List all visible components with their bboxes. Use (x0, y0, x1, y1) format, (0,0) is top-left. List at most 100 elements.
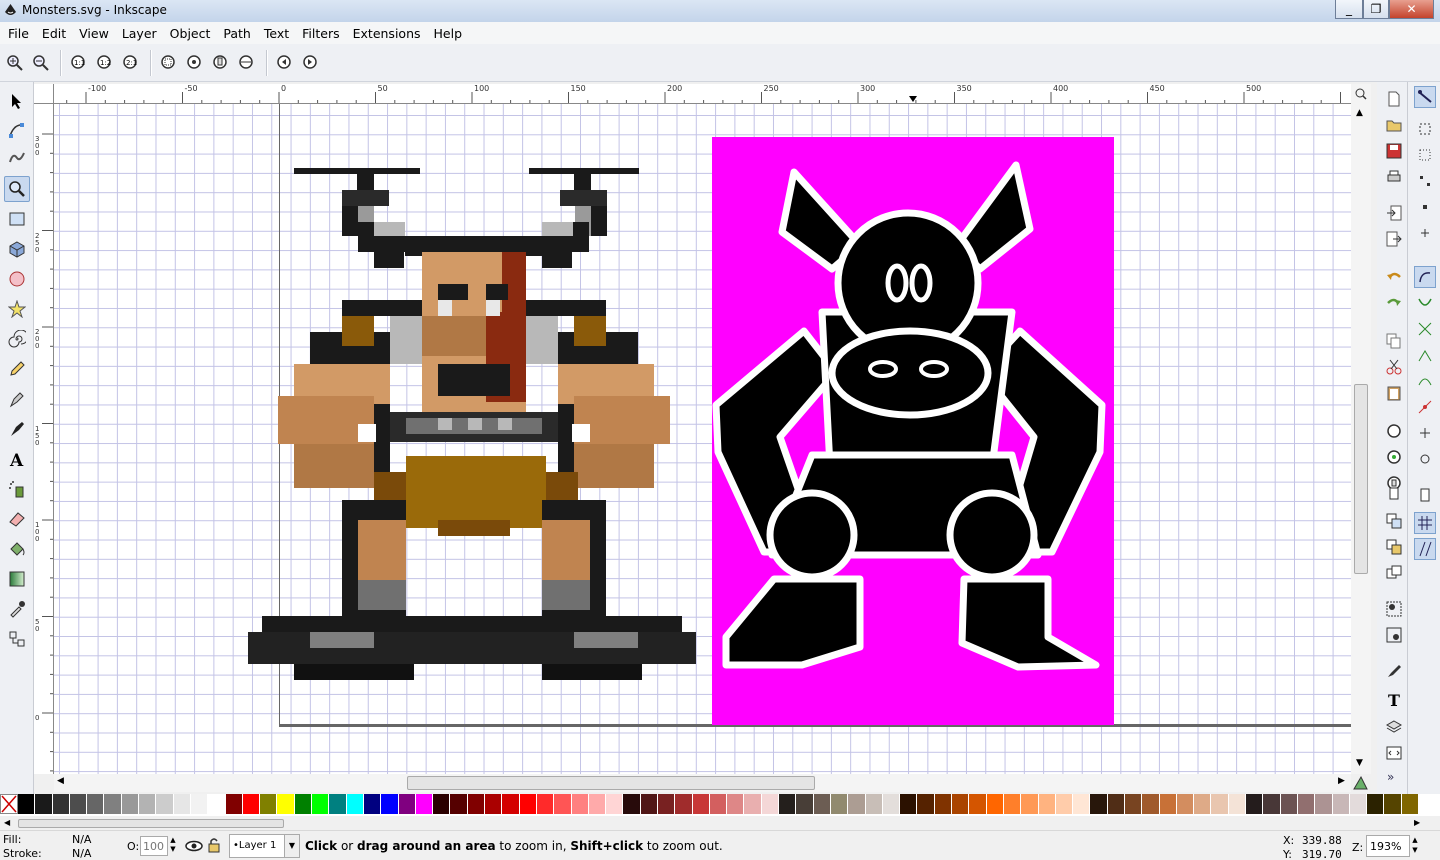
zoom-2-1-button[interactable]: 2:1 (120, 52, 142, 74)
zoom-1-1-button[interactable]: 1:1 (68, 52, 90, 74)
color-swatch[interactable] (87, 794, 105, 814)
current-layer-select[interactable]: •Layer 1 (229, 834, 285, 858)
maximize-button[interactable]: ❐ (1363, 0, 1389, 19)
color-swatch[interactable] (346, 794, 364, 814)
menu-filters[interactable]: Filters (302, 26, 339, 41)
snap-intersections-button[interactable] (1414, 318, 1436, 340)
color-swatch[interactable] (433, 794, 451, 814)
snap-bbox-edges-button[interactable] (1414, 144, 1436, 166)
color-swatch[interactable] (502, 794, 520, 814)
color-swatch[interactable] (139, 794, 157, 814)
snap-guides-button[interactable] (1414, 538, 1436, 560)
opacity-input[interactable]: 100 (140, 836, 168, 856)
stroke-value[interactable]: N/A (72, 847, 91, 860)
spiral-tool[interactable] (4, 326, 30, 352)
color-swatch[interactable] (657, 794, 676, 814)
zoom-selection-button[interactable] (158, 52, 180, 74)
close-button[interactable]: ✕ (1389, 0, 1434, 19)
color-swatch[interactable] (882, 794, 901, 814)
color-swatch[interactable] (35, 794, 53, 814)
color-swatch[interactable] (848, 794, 866, 814)
color-swatch[interactable] (363, 794, 382, 814)
color-swatch[interactable] (744, 794, 762, 814)
color-swatch[interactable] (225, 794, 243, 814)
palette-scroll-left-icon[interactable]: ◀ (4, 818, 10, 827)
color-swatch[interactable] (813, 794, 831, 814)
select-original-button[interactable] (1383, 562, 1405, 584)
horizontal-scrollbar[interactable]: ◀ ▶ (54, 774, 1351, 792)
color-swatch[interactable] (190, 794, 209, 814)
palette-scroll-right-icon[interactable]: ▶ (1414, 818, 1420, 827)
color-swatch[interactable] (692, 794, 710, 814)
calligraphy-tool[interactable] (4, 416, 30, 442)
paste-button[interactable] (1383, 382, 1405, 404)
color-swatch[interactable] (830, 794, 849, 814)
color-swatch[interactable] (1142, 794, 1160, 814)
ellipse-tool[interactable] (4, 266, 30, 292)
color-swatch[interactable] (1315, 794, 1333, 814)
open-button[interactable] (1383, 114, 1405, 136)
snap-rotation-center-button[interactable] (1414, 448, 1436, 470)
zoom-page-width-button[interactable] (236, 52, 258, 74)
color-swatch[interactable] (1055, 794, 1074, 814)
color-swatch[interactable] (1246, 794, 1264, 814)
zoom-1-2-button[interactable]: 1:2 (94, 52, 116, 74)
pencil-tool[interactable] (4, 356, 30, 382)
color-swatch[interactable] (69, 794, 88, 814)
color-swatch[interactable] (1073, 794, 1091, 814)
color-swatch[interactable] (761, 794, 780, 814)
horizontal-scroll-thumb[interactable] (407, 776, 815, 790)
scroll-down-arrow-icon[interactable]: ▼ (1356, 758, 1363, 768)
unlink-clone-button[interactable] (1383, 536, 1405, 558)
color-swatch[interactable] (640, 794, 658, 814)
color-swatch[interactable] (588, 794, 607, 814)
export-button[interactable] (1383, 228, 1405, 250)
opacity-spinner[interactable]: ▲ ▼ (168, 836, 178, 856)
snap-smooth-nodes-button[interactable] (1414, 370, 1436, 392)
redo-button[interactable] (1383, 292, 1405, 314)
overflow-chevron-icon[interactable]: » (1387, 770, 1394, 784)
node-tool[interactable] (4, 117, 30, 143)
color-swatch[interactable] (294, 794, 313, 814)
color-swatch[interactable] (1003, 794, 1022, 814)
layers-button[interactable] (1383, 716, 1405, 738)
scroll-right-arrow-icon[interactable]: ▶ (1338, 776, 1345, 786)
fill-value[interactable]: N/A (72, 833, 91, 846)
snap-toggle-button[interactable] (1414, 86, 1436, 108)
zoom-tool[interactable] (4, 176, 30, 202)
cut-button[interactable] (1383, 356, 1405, 378)
layer-lock-toggle[interactable] (206, 836, 226, 856)
menu-file[interactable]: File (8, 26, 29, 41)
color-swatch[interactable] (1263, 794, 1281, 814)
fill-stroke-button[interactable] (1383, 660, 1405, 682)
vector-minotaur-artwork[interactable] (712, 137, 1114, 725)
zoom-next-button[interactable] (300, 52, 322, 74)
color-swatch[interactable] (156, 794, 174, 814)
color-swatch[interactable] (173, 794, 191, 814)
pixel-minotaur-artwork[interactable] (242, 160, 702, 690)
spray-tool[interactable] (4, 476, 30, 502)
paint-bucket-tool[interactable] (4, 536, 30, 562)
zoom-spinner[interactable]: ▲ ▼ (1410, 835, 1420, 857)
menu-edit[interactable]: Edit (42, 26, 66, 41)
eraser-tool[interactable] (4, 506, 30, 532)
color-swatch[interactable] (208, 794, 226, 814)
snap-page-border-button[interactable] (1414, 484, 1436, 506)
color-management-button[interactable] (1351, 774, 1371, 792)
star-tool[interactable] (4, 296, 30, 322)
undo-button[interactable] (1383, 266, 1405, 288)
snap-bbox-center-button[interactable] (1414, 222, 1436, 244)
color-swatch[interactable] (104, 794, 122, 814)
3d-box-tool[interactable] (4, 236, 30, 262)
snap-midpoints-button[interactable] (1414, 396, 1436, 418)
zoom-page-button[interactable] (210, 52, 232, 74)
copy-button[interactable] (1383, 330, 1405, 352)
text-font-button[interactable]: T (1383, 688, 1405, 710)
color-swatch[interactable] (779, 794, 797, 814)
color-swatch[interactable] (952, 794, 970, 814)
zoom-input[interactable]: 193% (1366, 835, 1410, 857)
save-button[interactable] (1383, 140, 1405, 162)
color-swatch[interactable] (709, 794, 728, 814)
zoom-in-button[interactable] (4, 52, 26, 74)
color-swatch[interactable] (1021, 794, 1039, 814)
